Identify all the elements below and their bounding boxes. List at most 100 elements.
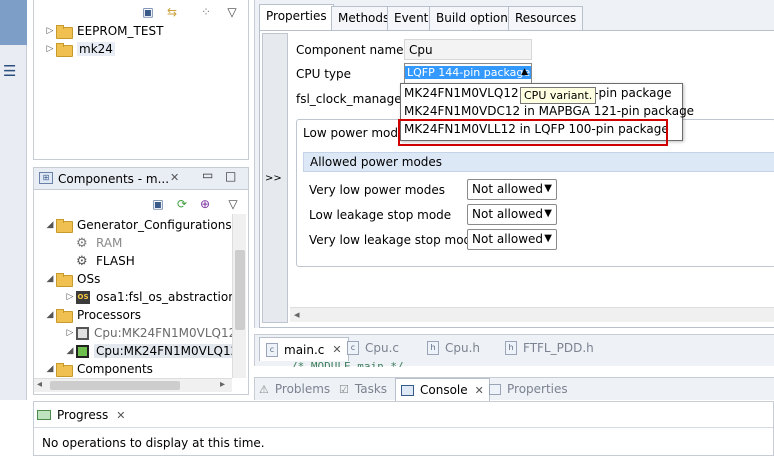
expand-arrow-icon[interactable]: ▷ [64, 292, 76, 302]
tree-item-generator-configurations[interactable]: ◢ Generator_Configurations [44, 216, 232, 234]
collapse-arrow-icon[interactable]: ◢ [44, 274, 56, 284]
power-row-label: Low leakage stop mode [309, 208, 452, 222]
link-editor-icon[interactable]: ⇆ [162, 2, 182, 22]
tree-item-cpu-2[interactable]: ◢ Cpu:MK24FN1M0VLQ12 [64, 342, 241, 360]
power-row-label: Very low leakage stop mode [309, 233, 479, 247]
dropdown-option[interactable]: MK24FN1M0VDC12 in MAPBGA 121-pin package [404, 104, 694, 118]
close-icon[interactable]: ✕ [116, 409, 125, 422]
expand-arrow-icon[interactable]: ◢ [64, 346, 76, 356]
collapse-all-icon[interactable]: ▣ [138, 2, 158, 22]
project-label: EEPROM_TEST [77, 24, 164, 38]
component-library-icon[interactable]: ⊕ [195, 194, 215, 214]
left-trim [0, 0, 27, 400]
tree-item-ram[interactable]: ⚙ RAM [76, 234, 122, 252]
scrollbar-thumb[interactable] [235, 250, 245, 330]
editor-tab-cpu-c[interactable]: c Cpu.c [347, 337, 399, 359]
editor-tab-label: FTFL_PDD.h [523, 341, 594, 355]
expand-arrow-icon[interactable]: ▷ [44, 44, 56, 54]
editor-tab-cpu-h[interactable]: h Cpu.h [427, 337, 480, 359]
properties-icon [489, 383, 501, 395]
tree-label: Cpu:MK24FN1M0VLQ12 [94, 344, 241, 358]
collapse-arrow-icon[interactable]: ◢ [44, 364, 56, 374]
bottom-tab-label: Console [420, 383, 468, 397]
bottom-tab-bar: ⚠ Problems ☑ Tasks Console ✕ Properties [254, 377, 774, 401]
bottom-tab-label: Tasks [354, 382, 388, 396]
tree-item-oss[interactable]: ◢ OSs [44, 270, 100, 288]
maximize-icon[interactable]: □ [225, 169, 236, 183]
minimize-icon[interactable]: ▭ [202, 168, 213, 182]
editor-tab-ftfl-pdd-h[interactable]: h FTFL_PDD.h [505, 337, 594, 359]
tree-item-cpu-1[interactable]: ▷ Cpu:MK24FN1M0VLQ12 [64, 324, 237, 342]
vertical-scrollbar[interactable] [232, 214, 246, 378]
horizontal-scrollbar[interactable]: ◂ ▸ [34, 378, 232, 392]
close-icon[interactable]: ✕ [475, 384, 484, 397]
h-file-icon: h [427, 341, 439, 355]
scroll-left-icon[interactable]: ◂ [294, 308, 300, 321]
collapse-arrow-icon[interactable]: ◢ [44, 310, 56, 320]
tree-item-osa1[interactable]: ▷ OS osa1:fsl_os_abstraction [64, 288, 236, 306]
very-low-leakage-stop-select[interactable]: Not allowed ▼ [467, 229, 557, 250]
tab-problems[interactable]: ⚠ Problems [259, 378, 330, 400]
tree-label: RAM [96, 236, 123, 250]
tree-item-mk24[interactable]: ▷ mk24 [44, 40, 115, 58]
tree-label: OSs [77, 272, 101, 286]
tab-properties-view[interactable]: Properties [489, 378, 568, 400]
tasks-icon: ☑ [339, 382, 349, 396]
project-folder-icon [56, 43, 73, 57]
fsl-clock-manager-label: fsl_clock_manager [296, 92, 407, 106]
tree-item-components[interactable]: ◢ Components [44, 360, 153, 378]
tree-item-eeprom-test[interactable]: ▷ EEPROM_TEST [44, 22, 163, 40]
tree-item-processors[interactable]: ◢ Processors [44, 306, 141, 324]
components-view-title[interactable]: Components - m... [58, 172, 169, 186]
console-icon [401, 384, 414, 396]
components-view-header: ⊞ Components - m... ✕ ▭ □ [34, 168, 248, 190]
bottom-tab-label: Properties [507, 382, 568, 396]
chevron-down-icon: ▼ [544, 233, 552, 244]
collapse-all-icon[interactable]: ▣ [148, 194, 168, 214]
generate-code-icon[interactable]: ⟳ [172, 194, 192, 214]
gear-icon: ⚙ [76, 235, 88, 251]
folder-icon [56, 363, 73, 377]
scroll-left-icon[interactable]: ◂ [37, 379, 42, 390]
inspector-panel: Properties Methods Events Build options … [254, 0, 774, 328]
select-value: Not allowed [472, 182, 544, 196]
gear-icon: ⚙ [76, 253, 88, 269]
expand-arrow-icon[interactable]: ▷ [44, 26, 56, 36]
hamburger-menu-icon[interactable]: ☰ [3, 64, 21, 80]
tab-console[interactable]: Console ✕ [395, 378, 490, 401]
tab-resources[interactable]: Resources [508, 6, 584, 30]
chevron-down-icon: ▼ [544, 183, 552, 194]
expand-button[interactable]: >> [265, 173, 282, 184]
tree-label: Cpu:MK24FN1M0VLQ12 [94, 326, 237, 340]
component-name-field[interactable]: Cpu [404, 39, 532, 60]
editor-tab-bar: c main.c ✕ c Cpu.c h Cpu.h h FTFL_PDD.h … [254, 334, 774, 367]
inspector-horizontal-scrollbar[interactable]: ◂ [290, 307, 774, 322]
tree-item-flash[interactable]: ⚙ FLASH [76, 252, 135, 270]
editor-tab-label: Cpu.h [445, 341, 481, 355]
scrollbar-thumb[interactable] [50, 381, 180, 390]
allowed-power-modes-title: Allowed power modes [310, 155, 443, 169]
low-leakage-stop-select[interactable]: Not allowed ▼ [467, 204, 557, 225]
collapse-arrow-icon[interactable]: ◢ [44, 220, 56, 230]
progress-tab[interactable]: Progress ✕ [37, 404, 125, 426]
os-icon: OS [76, 290, 90, 304]
tab-tasks[interactable]: ☑ Tasks [339, 378, 387, 400]
chip-icon [76, 326, 89, 340]
chevron-down-icon[interactable]: ▽ [223, 194, 243, 214]
select-value: Not allowed [472, 207, 544, 221]
components-icon: ⊞ [39, 172, 53, 184]
c-file-icon: c [347, 341, 359, 355]
close-icon[interactable]: ✕ [332, 343, 341, 356]
tab-properties[interactable]: Properties [259, 4, 334, 30]
close-icon[interactable]: ✕ [170, 171, 179, 184]
inspector-content: >> Component name Cpu CPU type LQFP 144-… [259, 30, 774, 328]
view-menu-icon[interactable]: ⁘ [196, 2, 216, 22]
very-low-power-select[interactable]: Not allowed ▼ [467, 179, 557, 200]
expand-arrow-icon[interactable]: ▷ [64, 328, 76, 338]
chevron-down-icon[interactable]: ▽ [222, 2, 242, 22]
tree-label: Processors [77, 308, 142, 322]
editor-tab-main-c[interactable]: c main.c ✕ [259, 337, 349, 361]
progress-message: No operations to display at this time. [42, 436, 265, 450]
cpu-type-select[interactable]: LQFP 144-pin package ▲ [404, 63, 532, 84]
scroll-right-icon[interactable]: ▸ [220, 379, 225, 390]
